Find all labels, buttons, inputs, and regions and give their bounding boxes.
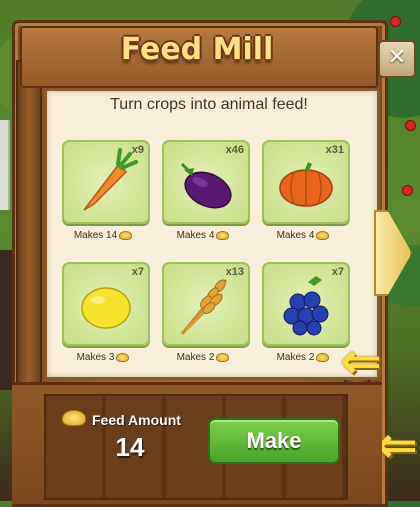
crop-tile-carrot[interactable]: x9 (62, 140, 150, 224)
crop-tile-blueberries[interactable]: x7 (262, 262, 350, 346)
makes-label: Makes 2 (148, 352, 258, 363)
arrow-right-icon[interactable] (374, 210, 412, 296)
feed-coin-icon (216, 230, 230, 240)
crop-tile-lemon[interactable]: x7 (62, 262, 150, 346)
arrow-left-icon: ⇐ (376, 416, 418, 474)
makes-label: Makes 4 (248, 230, 358, 241)
feed-amount-value: 14 (115, 432, 145, 462)
dialog-title: Feed Mill (120, 32, 274, 67)
crop-tile-wheat[interactable]: x13 (162, 262, 250, 346)
makes-label: Makes 14 (48, 230, 158, 241)
crop-tile-pumpkin[interactable]: x31 (262, 140, 350, 224)
feed-coin-icon (116, 352, 130, 362)
crop-count: x7 (331, 266, 344, 278)
berry-decoration (405, 120, 416, 131)
feed-amount-label: Feed Amount (92, 412, 181, 428)
feed-coin-icon (216, 352, 230, 362)
panel-subtitle: Turn crops into animal feed! (110, 96, 308, 113)
crop-tile-eggplant[interactable]: x46 (162, 140, 250, 224)
close-icon: ✕ (387, 45, 407, 70)
feed-coin-icon (119, 230, 133, 240)
crop-count: x31 (325, 144, 344, 156)
feed-coin-icon (316, 352, 330, 362)
close-button[interactable]: ✕ (378, 40, 416, 78)
feed-pile-icon (62, 410, 86, 426)
makes-label: Makes 4 (148, 230, 258, 241)
crop-count: x9 (131, 144, 144, 156)
crop-count: x46 (225, 144, 244, 156)
crop-count: x7 (131, 266, 144, 278)
makes-label: Makes 3 (48, 352, 158, 363)
berry-decoration (390, 16, 401, 27)
crop-count: x13 (225, 266, 244, 278)
berry-decoration (402, 185, 413, 196)
feed-coin-icon (316, 230, 330, 240)
make-button[interactable]: Make (208, 418, 340, 464)
